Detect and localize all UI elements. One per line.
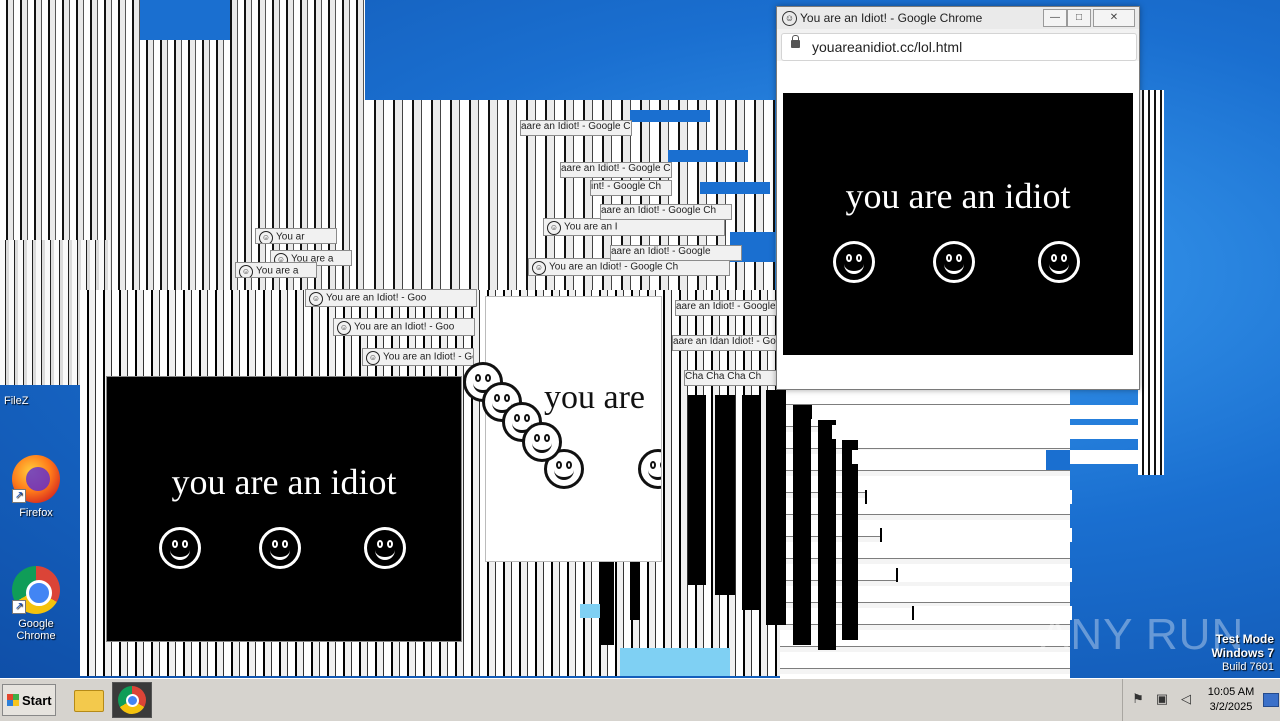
os-watermark: Test Mode Windows 7 Build 7601 <box>1211 632 1274 674</box>
idiot-text: you are an idiot <box>171 462 397 502</box>
address-bar[interactable]: youareanidiot.cc/lol.html <box>781 33 1137 61</box>
glitch-region-top-mid <box>140 0 230 40</box>
smiley-icon: ☺ <box>239 265 253 277</box>
glitch-bar <box>715 395 735 595</box>
desktop-icon-firefox[interactable]: ↗ Firefox <box>0 455 72 519</box>
glitch-bar <box>688 395 706 585</box>
taskbar-chrome-button[interactable] <box>112 682 152 718</box>
firefox-icon: ↗ <box>12 455 60 503</box>
smiley-face-icon <box>833 241 875 283</box>
desktop: ☺ You are an Idiot! - Goo ☺ You are an Idi… <box>0 0 1280 678</box>
glitch-chip <box>700 182 770 194</box>
glitch-chip <box>620 648 730 676</box>
page-content: you are an idiot <box>777 61 1139 389</box>
chrome-popup-window[interactable]: ☺ You are an Idiot! - Google Chrome — □ … <box>776 6 1140 390</box>
minimize-button[interactable]: — <box>1043 9 1067 27</box>
shortcut-arrow-icon: ↗ <box>12 489 26 503</box>
smiley-icon: ☺ <box>366 351 380 365</box>
glitch-window-edge <box>810 405 1142 419</box>
glitch-window-edge <box>896 568 1072 582</box>
chrome-icon: ↗ <box>12 566 60 614</box>
trail-window-title: aare an Idiot! - Google Ch <box>520 120 632 136</box>
lock-icon <box>791 35 800 48</box>
watermark-line: Build 7601 <box>1222 661 1274 673</box>
trail-window-title: ☺ You ar <box>255 228 337 244</box>
glitch-bar <box>818 420 836 650</box>
taskbar-explorer-button[interactable] <box>68 682 106 716</box>
glitch-chip <box>668 150 748 162</box>
close-button[interactable]: ✕ <box>1093 9 1135 27</box>
address-url: youareanidiot.cc/lol.html <box>812 39 963 55</box>
filezilla-label-partial[interactable]: FileZ <box>4 395 28 407</box>
trail-window-title: aare an Idiot! - Google Ch <box>675 300 777 316</box>
smiley-icon: ☺ <box>259 231 273 243</box>
popup-content-left[interactable]: you are an idiot <box>106 376 462 642</box>
idiot-text: you are an idiot <box>845 176 1071 216</box>
flag-icon[interactable]: ⚑ <box>1131 692 1145 706</box>
smiley-icon: ☺ <box>547 221 561 235</box>
glitch-bar <box>766 390 786 625</box>
trail-window-title: aare an Idiot! - Google Ch <box>560 162 672 178</box>
glitch-bar <box>600 560 614 645</box>
window-titlebar[interactable]: ☺ You are an Idiot! - Google Chrome — □ … <box>777 7 1139 29</box>
smiley-face-icon <box>1038 241 1080 283</box>
smiley-face-icon <box>159 527 201 569</box>
smiley-face-icon <box>638 449 661 489</box>
glitch-window-edge <box>865 490 1072 504</box>
smiley-icon: ☺ <box>337 321 351 335</box>
chrome-icon <box>118 686 146 714</box>
trail-window-title: aare an Idiot! - Google Ch <box>600 204 732 220</box>
smiley-icon: ☺ <box>309 292 323 306</box>
volume-icon[interactable]: ◁ <box>1179 692 1193 706</box>
glitch-window-edge <box>830 425 1142 439</box>
clock-date: 3/2/2025 <box>1209 701 1253 713</box>
glitch-gap <box>1046 450 1070 470</box>
trail-window-title: ☺ You are a <box>235 262 317 278</box>
desktop-icon-chrome[interactable]: ↗ Google Chrome <box>0 566 72 642</box>
smiley-face-icon <box>933 241 975 283</box>
trail-window-title: aare an Idiot! - Google <box>610 245 742 261</box>
desktop-icon-label: Firefox <box>19 507 53 519</box>
taskbar: Start ⚑ ▣ ◁ 10:05 AM 3/2/2025 <box>0 678 1280 721</box>
smiley-face-icon <box>364 527 406 569</box>
idiot-text: you are <box>544 379 646 416</box>
trail-window-title: int! - Google Ch <box>590 180 672 196</box>
glitch-chip <box>580 604 600 618</box>
watermark-line: Test Mode <box>1215 632 1274 646</box>
smiley-face-icon <box>259 527 301 569</box>
trail-window-title: ☺ You are an Idiot! - Goo <box>305 289 477 307</box>
glitch-window-edge <box>850 450 1142 464</box>
start-label: Start <box>22 693 52 708</box>
glitch-bar <box>630 560 640 620</box>
trail-window-title: ☺ You are an Idiot! - Goo <box>362 348 474 366</box>
network-icon[interactable]: ▣ <box>1155 692 1169 706</box>
maximize-button[interactable]: □ <box>1067 9 1091 27</box>
glitch-bar <box>742 395 760 610</box>
trail-window-title: aare an Idan Idiot! - Goo <box>672 335 778 351</box>
clock-time: 10:05 AM <box>1207 686 1255 698</box>
windows-logo-icon <box>7 694 19 706</box>
desktop-icon-label: Google Chrome <box>16 618 56 642</box>
system-tray: ⚑ ▣ ◁ 10:05 AM 3/2/2025 <box>1122 679 1280 721</box>
smiley-face-icon <box>522 422 562 462</box>
popup-content-right[interactable]: you are an idiot <box>783 93 1133 355</box>
glitch-bar <box>842 440 858 640</box>
smiley-favicon-icon: ☺ <box>782 11 797 26</box>
start-button[interactable]: Start <box>2 684 56 716</box>
trail-window-title: ☺ You are an I <box>543 218 725 236</box>
smiley-icon: ☺ <box>532 261 546 275</box>
watermark-line: Windows 7 <box>1211 646 1274 660</box>
glitch-window-edge <box>880 528 1072 542</box>
trail-window-title: ☺ You are an Idiot! - Goo <box>333 318 475 336</box>
window-title: You are an Idiot! - Google Chrome <box>800 11 983 25</box>
glitch-bar <box>793 405 811 645</box>
show-desktop-button[interactable] <box>1263 693 1279 707</box>
explorer-icon <box>74 690 104 712</box>
shortcut-arrow-icon: ↗ <box>12 600 26 614</box>
glitch-chip <box>630 110 710 122</box>
trail-window-title: Cha Cha Cha Ch <box>684 370 778 386</box>
clock[interactable]: 10:05 AM 3/2/2025 <box>1199 685 1263 715</box>
